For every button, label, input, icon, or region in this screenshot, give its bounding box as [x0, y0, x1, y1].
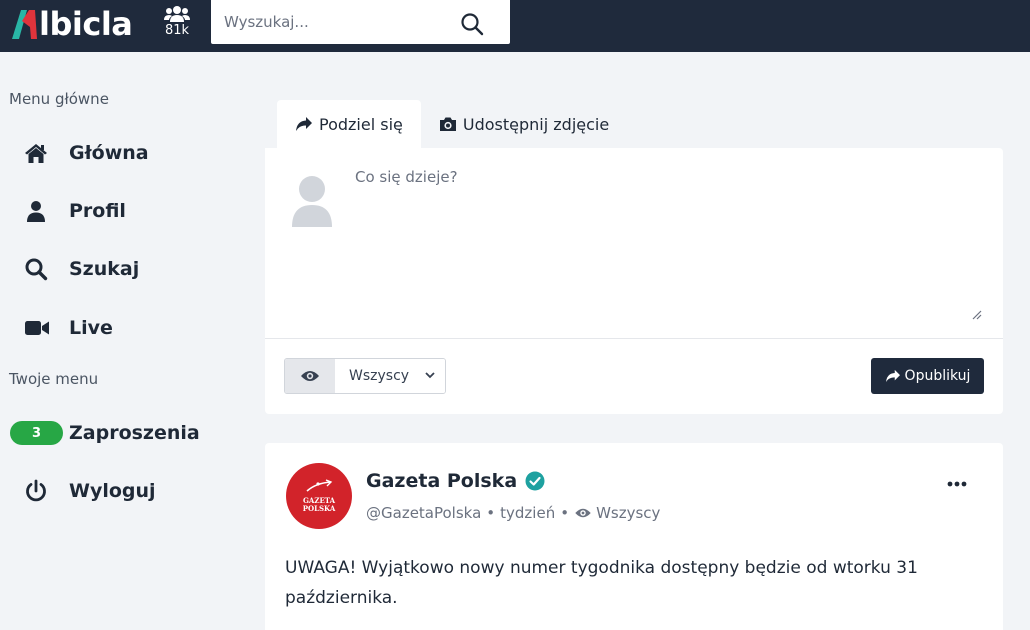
- search-icon: [24, 257, 52, 281]
- visibility-value: Wszyscy: [349, 368, 410, 384]
- chevron-down-icon: [425, 372, 435, 379]
- gazeta-polska-logo-icon: [306, 479, 333, 492]
- divider: [265, 338, 1003, 339]
- publish-button[interactable]: Opublikuj: [871, 358, 984, 394]
- members-counter[interactable]: 81k: [160, 5, 194, 38]
- post-author[interactable]: Gazeta Polska: [366, 470, 545, 492]
- post-visibility: Wszyscy: [596, 504, 661, 522]
- sidebar-item-live[interactable]: Live: [24, 311, 244, 345]
- share-icon: [885, 369, 900, 383]
- visibility-selector[interactable]: Wszyscy: [284, 358, 446, 394]
- users-icon: [164, 6, 190, 22]
- sidebar-item-search[interactable]: Szukaj: [24, 252, 244, 286]
- power-icon: [24, 479, 52, 503]
- avatar-placeholder-icon: [292, 176, 332, 227]
- video-camera-icon: [24, 316, 52, 340]
- top-bar: lbicla 81k: [0, 0, 1030, 52]
- user-icon: [24, 199, 52, 223]
- members-count: 81k: [164, 23, 190, 38]
- home-icon: [24, 141, 52, 165]
- author-name[interactable]: Gazeta Polska: [366, 470, 517, 492]
- sidebar-item-label: Szukaj: [69, 258, 140, 280]
- sidebar-item-label: Profil: [69, 200, 126, 222]
- invitations-badge: 3: [10, 421, 63, 445]
- sidebar-item-label: Zaproszenia: [69, 422, 200, 444]
- author-handle[interactable]: @GazetaPolska: [366, 504, 481, 522]
- share-icon: [296, 117, 312, 131]
- sidebar-item-label: Główna: [69, 142, 149, 164]
- composer-tabs: Podziel się Udostępnij zdjęcie: [277, 100, 627, 148]
- sidebar-item-home[interactable]: Główna: [24, 136, 244, 170]
- albicla-logo[interactable]: lbicla: [10, 4, 133, 44]
- sidebar-item-logout[interactable]: Wyloguj: [24, 474, 244, 508]
- tab-label: Udostępnij zdjęcie: [462, 114, 610, 134]
- tab-share-photo[interactable]: Udostępnij zdjęcie: [421, 100, 627, 148]
- verified-icon: [525, 471, 545, 491]
- meta-separator: •: [486, 504, 496, 522]
- post-textarea[interactable]: [355, 168, 985, 328]
- post-composer: Wszyscy Opublikuj: [265, 148, 1003, 414]
- sidebar-item-label: Wyloguj: [69, 480, 156, 502]
- post-card: GAZETA POLSKA Gazeta Polska @GazetaPolsk…: [265, 443, 1003, 630]
- visibility-select[interactable]: Wszyscy: [335, 359, 445, 393]
- sidebar-item-invitations[interactable]: 3 Zaproszenia: [10, 416, 250, 450]
- author-avatar[interactable]: GAZETA POLSKA: [286, 463, 352, 529]
- publish-label: Opublikuj: [904, 368, 971, 384]
- camera-icon: [439, 117, 456, 131]
- post-meta: @GazetaPolska • tydzień • Wszyscy: [366, 504, 660, 522]
- your-menu-label: Twoje menu: [9, 370, 99, 388]
- tab-share[interactable]: Podziel się: [277, 100, 421, 148]
- avatar-text: GAZETA POLSKA: [302, 496, 336, 513]
- logo-text: lbicla: [39, 5, 133, 43]
- search-icon[interactable]: [460, 12, 484, 36]
- sidebar-item-profile[interactable]: Profil: [24, 194, 244, 228]
- resize-grip-icon[interactable]: [970, 308, 982, 320]
- more-options-icon[interactable]: [947, 481, 967, 487]
- eye-icon: [575, 508, 591, 518]
- search-input[interactable]: [211, 0, 461, 44]
- meta-separator: •: [560, 504, 570, 522]
- tab-label: Podziel się: [319, 114, 403, 134]
- post-time[interactable]: tydzień: [500, 504, 555, 522]
- eye-icon: [285, 359, 335, 393]
- main-menu-label: Menu główne: [9, 90, 109, 108]
- post-text: UWAGA! Wyjątkowo nowy numer tygodnika do…: [285, 558, 918, 608]
- logo-mark-icon: [12, 10, 37, 39]
- sidebar-item-label: Live: [69, 317, 113, 339]
